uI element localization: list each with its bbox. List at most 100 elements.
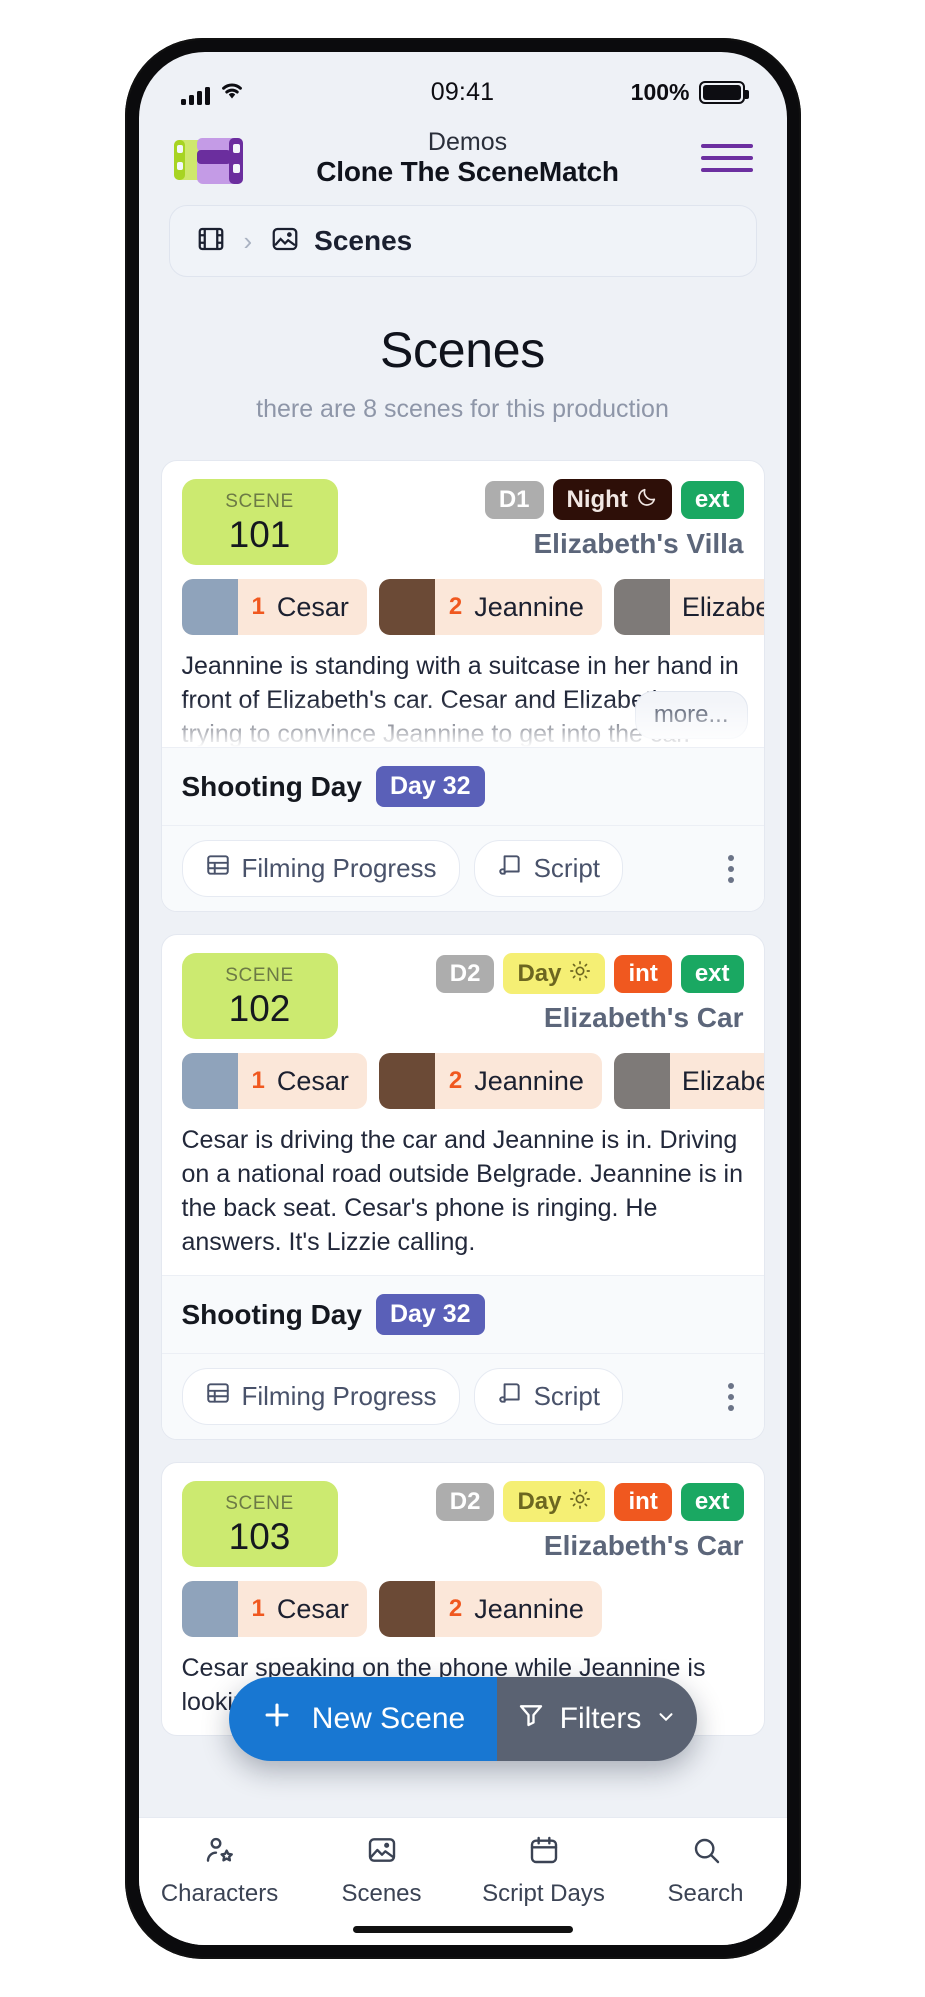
film-strip-logo-icon[interactable] bbox=[173, 130, 245, 186]
filming-progress-button[interactable]: Filming Progress bbox=[181, 840, 460, 898]
character-chip[interactable]: 2 Jeannine bbox=[378, 579, 602, 636]
shooting-day-badge[interactable]: Day 32 bbox=[375, 1294, 485, 1336]
avatar bbox=[378, 1053, 435, 1110]
breadcrumb-separator: › bbox=[243, 225, 253, 256]
kebab-menu-icon[interactable] bbox=[718, 1377, 744, 1417]
shooting-day-row: Shooting Day Day 32 bbox=[161, 1275, 764, 1354]
filters-label: Filters bbox=[559, 1702, 642, 1735]
scene-card[interactable]: SCENE 102 D2 Day int ext Elizabeth's Car 1 Cesar… bbox=[160, 934, 765, 1441]
film-icon[interactable] bbox=[196, 224, 226, 259]
character-order: 2 bbox=[448, 1067, 463, 1095]
exterior-badge: ext bbox=[680, 954, 744, 993]
tab-search[interactable]: Search bbox=[625, 1834, 787, 1908]
character-order: 2 bbox=[448, 1595, 463, 1623]
battery-full-icon bbox=[698, 80, 749, 104]
avatar bbox=[378, 579, 435, 636]
scene-card[interactable]: SCENE 101 D1 Night ext Elizabeth's Villa 1 Cesa… bbox=[160, 460, 765, 913]
scene-kicker: SCENE bbox=[225, 490, 294, 512]
character-name: Elizabeth bbox=[681, 1065, 764, 1096]
scene-kicker: SCENE bbox=[225, 1492, 294, 1514]
status-bar-left bbox=[180, 80, 431, 105]
character-chip[interactable]: 2 Jeannine bbox=[378, 1581, 602, 1638]
scene-description: Jeannine is standing with a suitcase in … bbox=[161, 635, 764, 748]
character-chip-row[interactable]: 1 Cesar 2 Jeannine Elizabeth bbox=[162, 565, 764, 636]
scene-card-header: SCENE 102 D2 Day int ext Elizabeth's Car bbox=[162, 935, 764, 1040]
interior-badge: int bbox=[614, 1482, 672, 1521]
page-title: Scenes bbox=[380, 322, 545, 379]
character-order: 1 bbox=[251, 593, 265, 621]
shooting-day-badge[interactable]: Day 32 bbox=[375, 766, 485, 808]
breadcrumb-wrap: › Scenes bbox=[139, 205, 787, 278]
character-name: Cesar bbox=[276, 1065, 349, 1096]
phone-screen: 09:41 100% Demos Clone The SceneMatch › … bbox=[138, 52, 787, 1945]
wifi-icon bbox=[219, 80, 245, 105]
character-chip[interactable]: 1 Cesar bbox=[181, 579, 367, 636]
interior-badge: int bbox=[614, 954, 672, 993]
scene-card-header: SCENE 101 D1 Night ext Elizabeth's Villa bbox=[162, 461, 764, 566]
scene-number-box[interactable]: SCENE 103 bbox=[181, 1481, 338, 1568]
image-icon[interactable] bbox=[270, 224, 300, 259]
funnel-icon bbox=[516, 1700, 546, 1738]
script-day-badge: D2 bbox=[435, 1482, 495, 1521]
hamburger-menu-icon[interactable] bbox=[691, 143, 753, 172]
character-name: Cesar bbox=[276, 591, 349, 622]
home-indicator bbox=[352, 1926, 573, 1933]
scene-number: 101 bbox=[228, 513, 291, 555]
grid-icon bbox=[205, 1380, 231, 1413]
character-chip[interactable]: Elizabeth bbox=[613, 1053, 764, 1110]
script-button[interactable]: Script bbox=[473, 840, 624, 898]
moon-icon bbox=[636, 486, 658, 513]
app-title-block: Demos Clone The SceneMatch bbox=[259, 128, 677, 187]
status-bar-clock: 09:41 bbox=[430, 77, 495, 106]
avatar bbox=[181, 579, 238, 636]
scene-kicker: SCENE bbox=[225, 964, 294, 986]
script-icon bbox=[497, 852, 523, 885]
character-chip[interactable]: 1 Cesar bbox=[181, 1581, 367, 1638]
character-chip[interactable]: 1 Cesar bbox=[181, 1053, 367, 1110]
scene-badges: D1 Night ext bbox=[484, 479, 744, 521]
new-scene-button[interactable]: New Scene bbox=[228, 1677, 497, 1761]
status-bar: 09:41 100% bbox=[139, 52, 787, 118]
avatar bbox=[613, 1053, 670, 1110]
calendar-icon bbox=[528, 1834, 560, 1871]
scene-number-box[interactable]: SCENE 101 bbox=[181, 479, 338, 566]
character-chip-row[interactable]: 1 Cesar 2 Jeannine Elizabeth bbox=[162, 1039, 764, 1110]
breadcrumb[interactable]: › Scenes bbox=[168, 205, 757, 278]
character-order: 2 bbox=[448, 593, 463, 621]
scene-number-box[interactable]: SCENE 102 bbox=[181, 953, 338, 1040]
tab-label: Characters bbox=[160, 1880, 279, 1907]
time-of-day-badge: Day bbox=[503, 953, 606, 995]
script-icon bbox=[497, 1380, 523, 1413]
script-button[interactable]: Script bbox=[473, 1368, 624, 1426]
phone-frame: 09:41 100% Demos Clone The SceneMatch › … bbox=[124, 38, 801, 1959]
character-chip-row[interactable]: 1 Cesar 2 Jeannine bbox=[162, 1567, 764, 1638]
avatar bbox=[181, 1053, 238, 1110]
filming-progress-button[interactable]: Filming Progress bbox=[181, 1368, 460, 1426]
character-name: Jeannine bbox=[474, 1065, 584, 1096]
more-button[interactable]: more... bbox=[634, 690, 748, 740]
app-title: Clone The SceneMatch bbox=[316, 156, 619, 187]
page-subtitle: there are 8 scenes for this production bbox=[256, 395, 669, 424]
avatar bbox=[613, 579, 670, 636]
scene-location: Elizabeth's Car bbox=[543, 1002, 744, 1034]
scene-list[interactable]: SCENE 101 D1 Night ext Elizabeth's Villa 1 Cesa… bbox=[139, 460, 787, 1817]
screenshot-stage: 09:41 100% Demos Clone The SceneMatch › … bbox=[0, 0, 925, 1997]
scene-card-meta: D2 Day int ext Elizabeth's Car bbox=[354, 1481, 744, 1567]
tab-characters[interactable]: Characters bbox=[139, 1834, 301, 1908]
filters-button[interactable]: Filters bbox=[496, 1677, 697, 1761]
tab-label: Script Days bbox=[482, 1880, 605, 1907]
tab-script-days[interactable]: Script Days bbox=[463, 1834, 625, 1908]
character-order: 1 bbox=[251, 1067, 265, 1095]
avatar bbox=[181, 1581, 238, 1638]
sun-icon bbox=[569, 960, 591, 987]
kebab-menu-icon[interactable] bbox=[718, 849, 744, 889]
scene-number: 102 bbox=[228, 987, 291, 1029]
scene-card-meta: D2 Day int ext Elizabeth's Car bbox=[354, 953, 744, 1039]
character-chip[interactable]: Elizabeth bbox=[613, 579, 764, 636]
chevron-down-icon bbox=[655, 1702, 677, 1736]
character-chip[interactable]: 2 Jeannine bbox=[378, 1053, 602, 1110]
floating-action-bar[interactable]: New Scene Filters bbox=[228, 1677, 697, 1761]
tab-scenes[interactable]: Scenes bbox=[301, 1834, 463, 1908]
avatar bbox=[378, 1581, 435, 1638]
image-icon bbox=[366, 1834, 398, 1871]
